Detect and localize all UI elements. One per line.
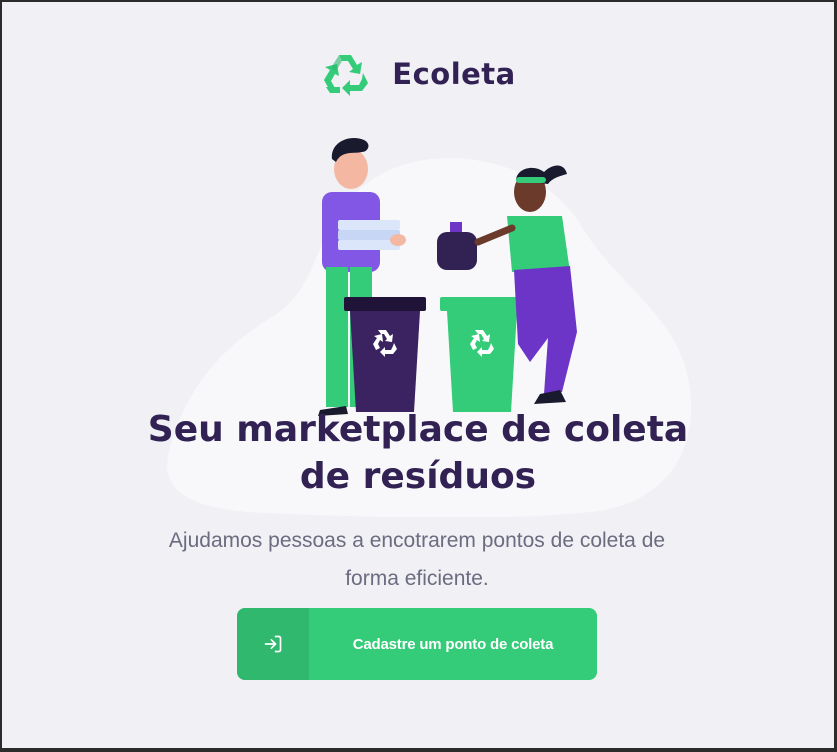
header: Ecoleta <box>2 48 834 100</box>
dark-recycle-bin <box>344 297 426 412</box>
brand-name: Ecoleta <box>392 57 516 91</box>
cta-label: Cadastre um ponto de coleta <box>352 635 554 653</box>
register-collection-point-button[interactable]: Cadastre um ponto de coleta <box>237 608 597 680</box>
hero-title: Seu marketplace de coleta de resíduos <box>2 406 834 500</box>
cta-icon-box <box>237 608 309 680</box>
green-recycle-bin <box>440 297 522 412</box>
recycle-icon <box>324 55 369 96</box>
hero-title-line-2: de resíduos <box>299 456 537 497</box>
recycling-people-illustration <box>318 138 577 416</box>
hero-title-line-1: Seu marketplace de coleta <box>147 409 689 450</box>
log-in-icon <box>264 635 282 653</box>
hero-subtitle-line-1: Ajudamos pessoas a encotrarem pontos de … <box>168 529 666 552</box>
hero-subtitle-line-2: forma eficiente. <box>345 567 489 590</box>
hero-subtitle: Ajudamos pessoas a encotrarem pontos de … <box>142 522 692 598</box>
app-window: Ecoleta Seu marketplace de coleta de res… <box>2 2 834 748</box>
